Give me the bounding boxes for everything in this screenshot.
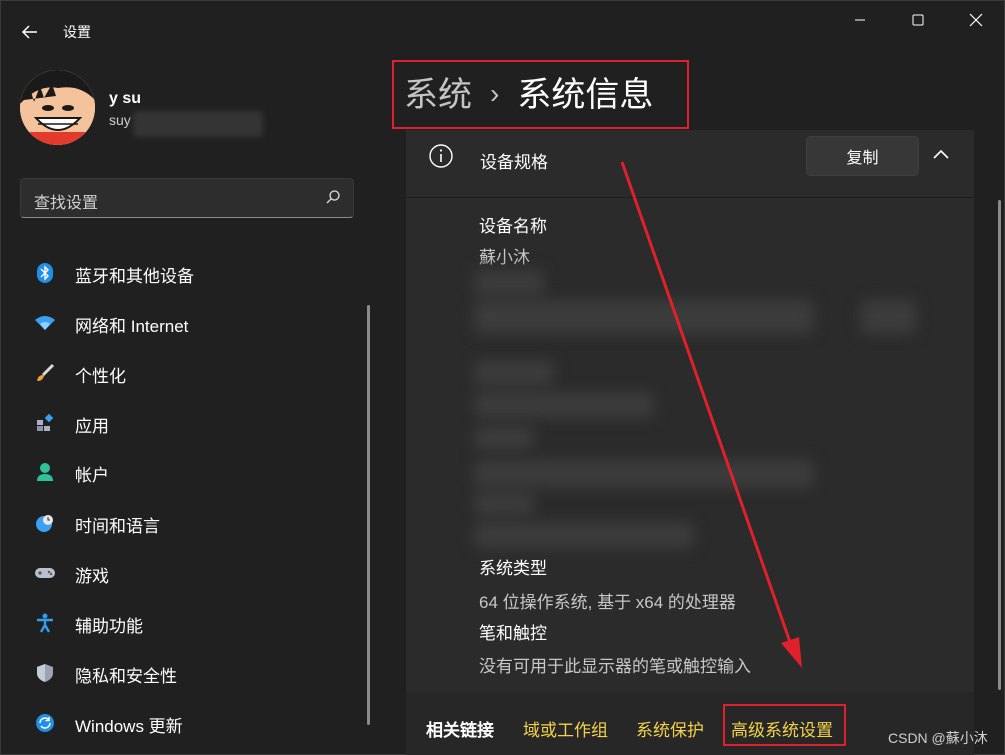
annotation-arrowhead-icon bbox=[781, 637, 802, 668]
annotation-arrow bbox=[620, 161, 802, 668]
watermark: CSDN @蘇小沐 bbox=[888, 730, 988, 746]
